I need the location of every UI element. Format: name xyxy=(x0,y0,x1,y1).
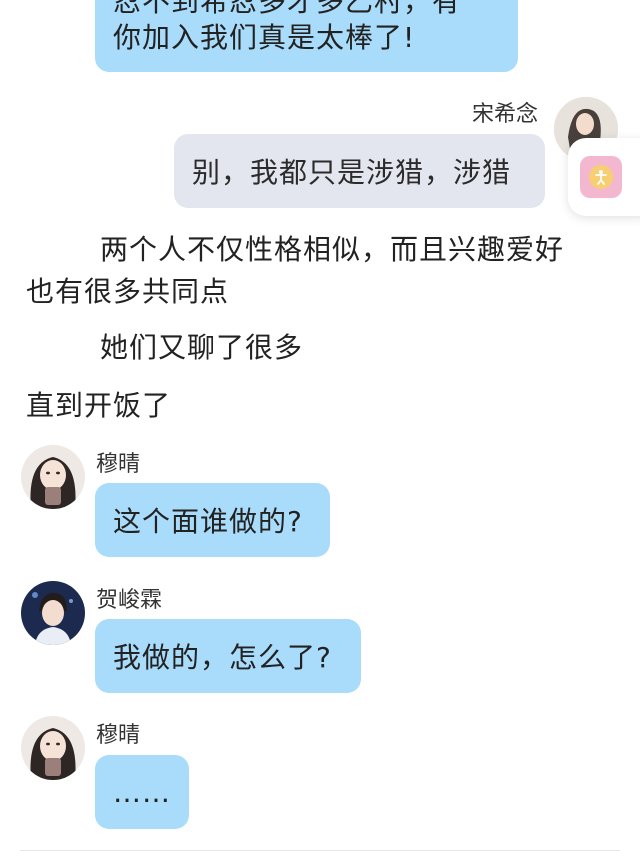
message-bubble: 别，我都只是涉猎，涉猎 xyxy=(174,134,545,208)
avatar[interactable] xyxy=(21,581,85,645)
avatar-image xyxy=(21,581,85,645)
message-text: 别，我都只是涉猎，涉猎 xyxy=(192,156,512,189)
message-text: 这个面谁做的? xyxy=(113,505,303,538)
sender-name: 穆晴 xyxy=(96,723,141,748)
sender-name: 贺峻霖 xyxy=(96,588,163,613)
narration-line: 直到开饭了 xyxy=(26,389,172,422)
narration-line: 也有很多共同点 xyxy=(26,275,230,308)
message-bubble: 这个面谁做的? xyxy=(95,483,330,557)
message-text-line: 你加入我们真是太棒了! xyxy=(113,21,416,54)
message-bubble: 我做的，怎么了? xyxy=(95,619,361,693)
narration-line: 两个人不仅性格相似，而且兴趣爱好 xyxy=(100,233,565,266)
message-bubble: …… xyxy=(95,755,189,829)
avatar-image xyxy=(21,716,85,780)
divider xyxy=(20,850,620,851)
accessibility-icon xyxy=(580,156,622,198)
avatar[interactable] xyxy=(21,445,85,509)
message-text-line: 忍不到希忍多才多乙村，有 xyxy=(113,0,462,18)
message-bubble: 忍不到希忍多才多乙村，有 你加入我们真是太棒了! xyxy=(95,0,518,72)
sender-name: 穆晴 xyxy=(96,452,141,477)
message-text: …… xyxy=(113,775,171,809)
narration-line: 她们又聊了很多 xyxy=(100,331,304,364)
sender-name: 宋希念 xyxy=(472,102,539,127)
avatar[interactable] xyxy=(21,716,85,780)
floating-accessibility-button[interactable] xyxy=(568,138,640,216)
message-text: 我做的，怎么了? xyxy=(113,641,332,674)
avatar-image xyxy=(21,445,85,509)
